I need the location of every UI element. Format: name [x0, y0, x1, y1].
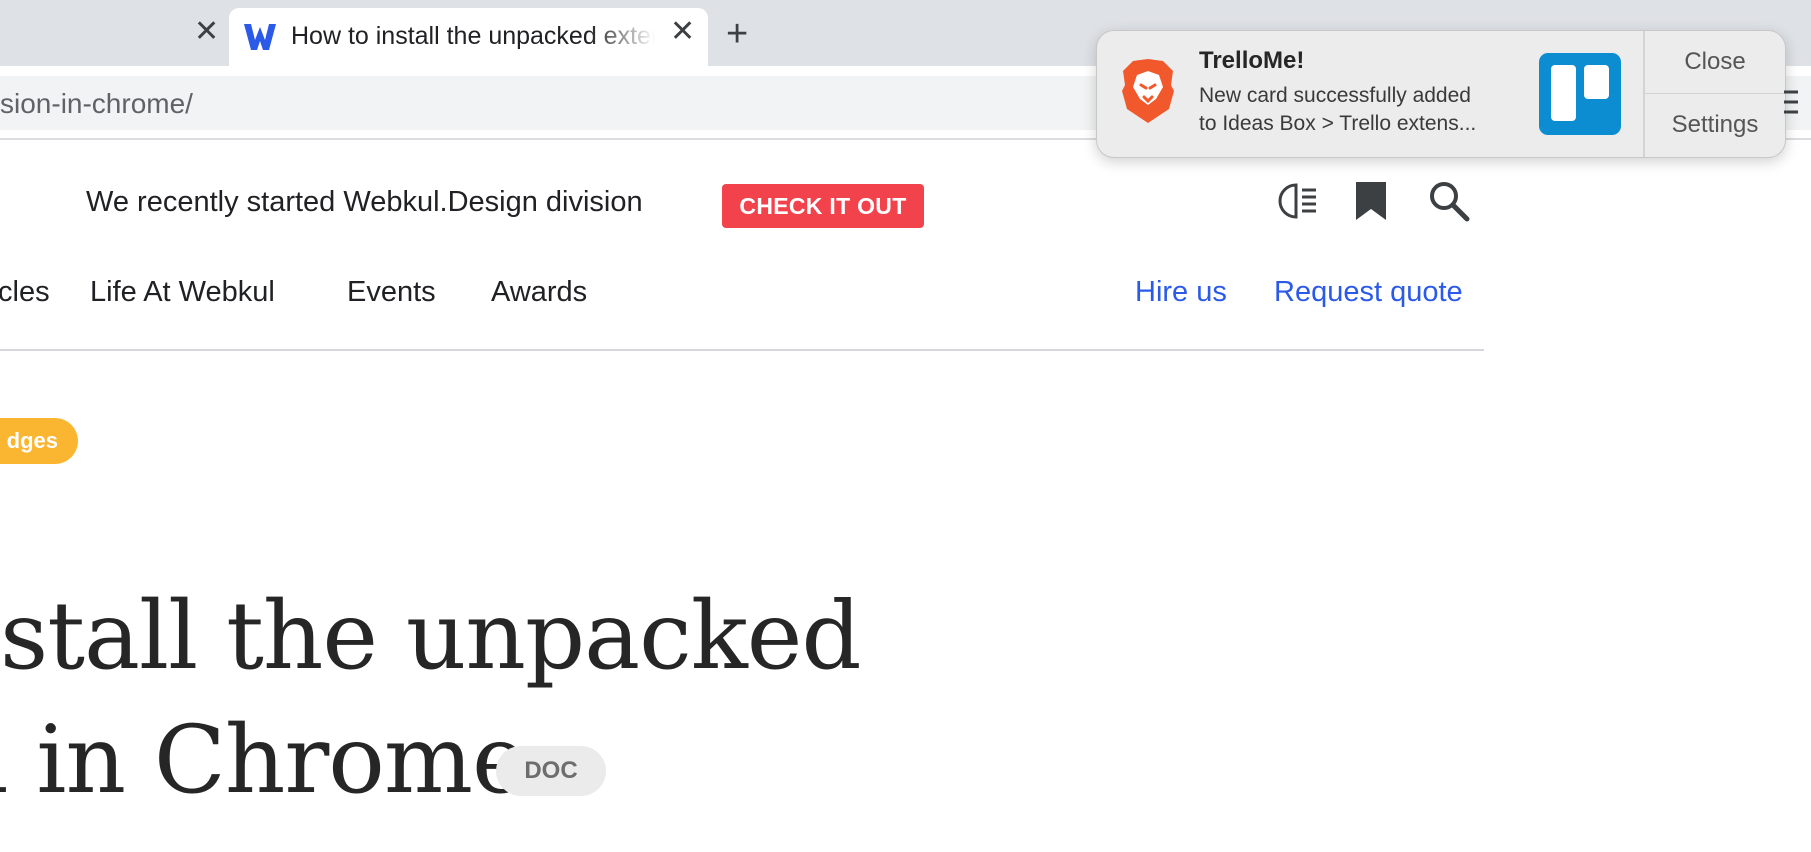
new-tab-button[interactable]: + — [726, 15, 748, 53]
notification-title: TrelloMe! — [1199, 47, 1305, 74]
announcement-text: We recently started Webkul.Design divisi… — [86, 186, 643, 218]
brave-lion-icon — [1122, 59, 1174, 123]
tab-title: How to install the unpacked extension in… — [291, 22, 655, 50]
notification-settings-button[interactable]: Settings — [1645, 94, 1785, 156]
trello-notification: TrelloMe! New card successfully added to… — [1096, 30, 1786, 158]
article-title-line-1: stall the unpacked — [0, 582, 862, 691]
webkul-favicon-icon — [244, 24, 276, 50]
hire-us-link[interactable]: Hire us — [1135, 276, 1227, 309]
url-text: sion-in-chrome/ — [0, 88, 193, 119]
nav-item-awards[interactable]: Awards — [491, 276, 587, 309]
browser-menu-icon[interactable] — [1784, 88, 1798, 118]
nav-item-life-at-webkul[interactable]: Life At Webkul — [90, 276, 275, 309]
notification-line-1: New card successfully added — [1199, 84, 1471, 107]
tab-close-icon[interactable]: ✕ — [194, 17, 219, 47]
article-title-line-2: n in Chrome — [0, 706, 528, 815]
tab-active[interactable]: How to install the unpacked extension in… — [229, 8, 708, 66]
category-pill[interactable]: dges — [0, 418, 78, 464]
tab-close-icon[interactable]: ✕ — [670, 17, 695, 47]
notification-line-2: to Ideas Box > Trello extens... — [1199, 112, 1477, 135]
reader-mode-icon[interactable] — [1278, 180, 1320, 222]
nav-divider — [0, 349, 1484, 351]
notification-body: New card successfully added to Ideas Box… — [1199, 82, 1499, 138]
trello-logo-icon — [1539, 53, 1621, 135]
check-it-out-button[interactable]: CHECK IT OUT — [722, 184, 924, 228]
request-quote-link[interactable]: Request quote — [1274, 276, 1463, 309]
nav-item-events[interactable]: Events — [347, 276, 436, 309]
nav-item-articles[interactable]: cles — [0, 276, 50, 309]
doc-badge: DOC — [496, 746, 606, 796]
search-icon[interactable] — [1428, 180, 1470, 222]
bookmark-icon[interactable] — [1350, 180, 1392, 222]
notification-close-button[interactable]: Close — [1645, 31, 1785, 93]
